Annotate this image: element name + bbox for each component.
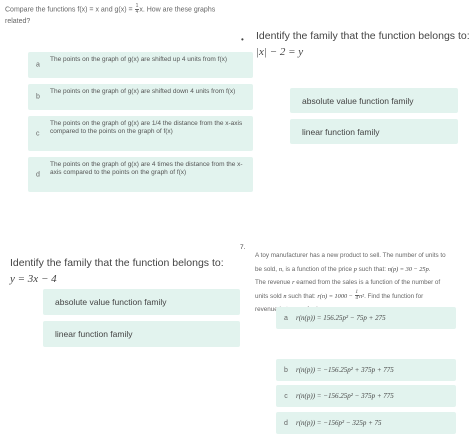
q4-line2-post: such that: [356,265,388,273]
q4-line4-equation-a: r(n) = 1000 − [317,292,355,300]
q1-prompt-line2: related? [5,18,31,26]
q4-option-a[interactable]: a r(n(p)) = 156.25p² − 75p + 275 [276,307,456,329]
q3-title: Identify the family that the function be… [10,257,224,269]
q1-option-c[interactable]: c The points on the graph of g(x) are 1/… [28,116,253,151]
option-text: The points on the graph of g(x) are shif… [50,56,228,63]
option-text: The points on the graph of g(x) are 4 ti… [50,161,243,176]
q4-line2-pre: be sold, [255,265,279,273]
option-text: absolute value function family [302,95,414,106]
option-text: The points on the graph of g(x) are 1/4 … [50,120,243,135]
option-letter: d [36,170,40,178]
q4-line3-post: earned from the sales is a function of t… [294,279,441,286]
q2-option-absolute-value[interactable]: absolute value function family [290,88,458,113]
q4-line2-end: . [428,265,431,273]
q4-line2-equation: n(p) = 30 − 25p [387,265,429,273]
option-text: absolute value function family [55,297,167,307]
option-expression: r(n(p)) = −156.25p² − 375p + 775 [296,392,394,400]
option-letter: c [284,392,288,400]
option-text: linear function family [55,329,133,339]
option-expression: r(n(p)) = −156.25p² + 375p + 775 [296,366,394,374]
q1-prompt-post: x. How are these graphs [139,6,216,14]
q4-option-b[interactable]: b r(n(p)) = −156.25p² + 375p + 775 [276,359,456,381]
q4-line4-pre: units sold [255,292,284,300]
q3-option-linear[interactable]: linear function family [43,321,240,347]
q4-line4-mid: such that: [286,292,318,300]
q2-option-linear[interactable]: linear function family [290,119,458,144]
q2-bullet: • [241,35,244,44]
q4-line1: A toy manufacturer has a new product to … [255,252,446,259]
q1-option-a[interactable]: a The points on the graph of g(x) are sh… [28,52,253,78]
q4-line4-post: . Find the function for [364,292,424,300]
option-letter: a [36,61,40,69]
q3-equation: y = 3x − 4 [10,273,57,285]
q3-option-absolute-value[interactable]: absolute value function family [43,289,240,315]
q4-line3-pre: The revenue [255,279,293,286]
option-expression: r(n(p)) = 156.25p² − 75p + 275 [296,314,386,322]
q1-option-d[interactable]: d The points on the graph of g(x) are 4 … [28,157,253,192]
option-expression: r(n(p)) = −156p² − 325p + 75 [296,419,382,427]
q2-equation: |x| − 2 = y [256,46,304,58]
question-1-prompt: Compare the functions f(x) = x and g(x) … [5,4,240,28]
q4-bullet: 7. [240,244,246,251]
option-letter: c [36,129,40,137]
q4-option-d[interactable]: d r(n(p)) = −156p² − 325p + 75 [276,412,456,434]
option-letter: d [284,419,288,427]
q4-line2-mid: , is a function of the price [281,265,354,273]
option-letter: b [284,366,288,374]
q2-title: Identify the family that the function be… [256,30,470,42]
q1-prompt-pre: Compare the functions f(x) = x and g(x) … [5,6,135,14]
q1-option-b[interactable]: b The points on the graph of g(x) are sh… [28,84,253,110]
option-letter: b [36,93,40,101]
option-text: linear function family [302,126,380,137]
option-text: The points on the graph of g(x) are shif… [50,88,236,95]
q4-option-c[interactable]: c r(n(p)) = −156.25p² − 375p + 775 [276,385,456,407]
option-letter: a [284,314,288,322]
